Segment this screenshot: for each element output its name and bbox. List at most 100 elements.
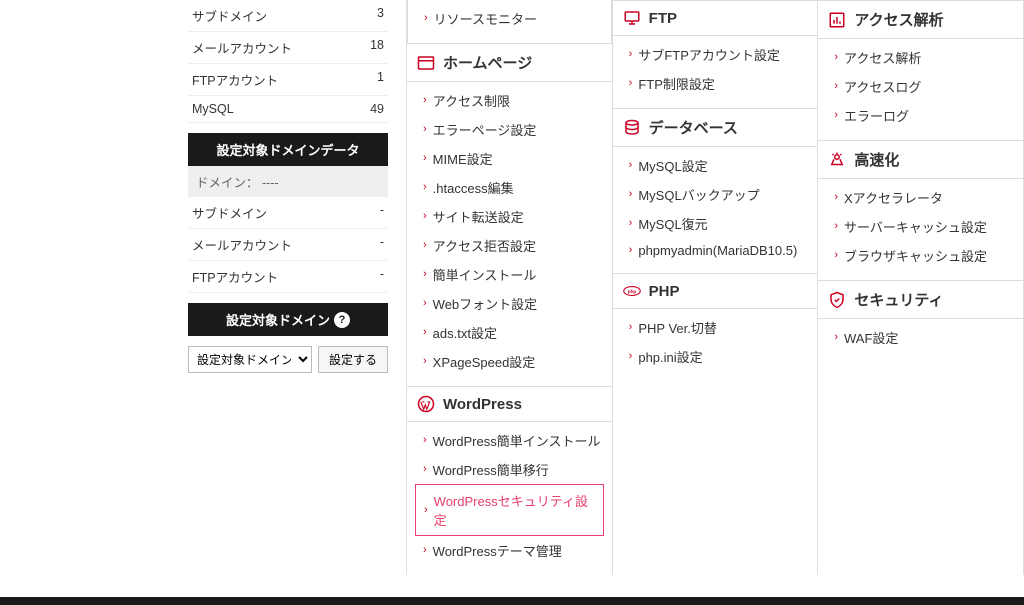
set-domain-button[interactable]: 設定する — [318, 346, 388, 373]
link-label: MySQL復元 — [638, 214, 707, 233]
chevron-right-icon: › — [834, 192, 838, 203]
section-header-php: php PHP — [613, 274, 818, 309]
link-wp-theme[interactable]: ›WordPressテーマ管理 — [407, 536, 612, 565]
database-link[interactable]: ›MySQL設定 — [613, 151, 818, 180]
section-speed: 高速化 › Xアクセラレータ › サーバーキャッシュ設定 › ブラウザキャッシュ設定 — [818, 140, 1023, 280]
chevron-right-icon: › — [834, 221, 838, 232]
chevron-right-icon: › — [424, 13, 428, 24]
link-resource-monitor[interactable]: ›リソースモニター — [408, 4, 611, 33]
access-link[interactable]: › エラーログ — [818, 101, 1023, 130]
stat-row: FTPアカウント 1 — [188, 64, 388, 96]
domain-stats: サブドメイン- メールアカウント- FTPアカウント- — [188, 197, 388, 293]
wordpress-links: ›WordPress簡単インストール ›WordPress簡単移行 ›WordP… — [407, 422, 612, 575]
stat-label: サブドメイン — [192, 6, 267, 25]
link-label: Webフォント設定 — [433, 294, 538, 313]
section-php: php PHP ›PHP Ver.切替›php.ini設定 — [613, 273, 818, 381]
stat-value: 18 — [354, 38, 384, 57]
access-link[interactable]: ›アクセスログ — [818, 72, 1023, 101]
stat-value: 3 — [354, 6, 384, 25]
homepage-link[interactable]: ›MIME設定 — [407, 144, 612, 173]
stat-label: FTPアカウント — [192, 70, 278, 89]
target-domain-select[interactable]: 設定対象ドメイン: — [188, 346, 312, 373]
access-link[interactable]: › アクセス解析 — [818, 43, 1023, 72]
homepage-link[interactable]: ›XPageSpeed設定 — [407, 347, 612, 376]
database-icon — [623, 119, 641, 137]
section-title: ホームページ — [443, 52, 532, 73]
database-link[interactable]: ›MySQL復元 — [613, 209, 818, 238]
section-title: アクセス解析 — [854, 9, 943, 30]
link-label: php.ini設定 — [638, 347, 702, 366]
link-label: エラーログ — [844, 106, 909, 125]
link-wp-migrate[interactable]: ›WordPress簡単移行 — [407, 455, 612, 484]
domain-data-header: 設定対象ドメインデータ — [188, 133, 388, 166]
speed-link[interactable]: › サーバーキャッシュ設定 — [818, 212, 1023, 241]
ftp-link[interactable]: ›FTP制限設定 — [613, 69, 818, 98]
link-label: MySQLバックアップ — [638, 185, 759, 204]
section-title: 高速化 — [854, 149, 899, 170]
chevron-right-icon: › — [834, 52, 838, 63]
link-label: サーバーキャッシュ設定 — [844, 217, 987, 236]
chevron-right-icon: › — [834, 332, 838, 343]
chevron-right-icon: › — [629, 322, 633, 333]
speed-link[interactable]: › Xアクセラレータ — [818, 183, 1023, 212]
php-link[interactable]: › php.ini設定 — [613, 342, 818, 371]
chart-icon — [828, 11, 846, 29]
link-label: ads.txt設定 — [433, 323, 497, 342]
stat-label: MySQL — [192, 102, 234, 116]
chevron-right-icon: › — [629, 351, 633, 362]
chevron-right-icon: › — [423, 153, 427, 164]
homepage-link[interactable]: › アクセス制限 — [407, 86, 612, 115]
main-panels: ›リソースモニター ホームページ › アクセス制限 ›エラーページ設定›MIME設定… — [388, 0, 1024, 575]
section-title: セキュリティ — [854, 289, 943, 310]
link-label: MySQL設定 — [638, 156, 707, 175]
homepage-link[interactable]: ›Webフォント設定 — [407, 289, 612, 318]
link-wp-security[interactable]: ›WordPressセキュリティ設定 — [415, 484, 604, 536]
security-link[interactable]: ›WAF設定 — [818, 323, 1023, 352]
link-label: アクセス制限 — [433, 91, 510, 110]
homepage-link[interactable]: ›サイト転送設定 — [407, 202, 612, 231]
link-label: ブラウザキャッシュ設定 — [844, 246, 987, 265]
target-domain-header: 設定対象ドメイン ? — [188, 303, 388, 336]
database-link[interactable]: ›phpmyadmin(MariaDB10.5) — [613, 238, 818, 263]
homepage-link[interactable]: ›.htaccess編集 — [407, 173, 612, 202]
stat-row: メールアカウント18 — [188, 32, 388, 64]
stat-label: サブドメイン — [192, 203, 267, 222]
homepage-link[interactable]: ›簡単インストール — [407, 260, 612, 289]
browser-icon — [417, 54, 435, 72]
ftp-link[interactable]: ›サブFTPアカウント設定 — [613, 40, 818, 69]
database-link[interactable]: ›MySQLバックアップ — [613, 180, 818, 209]
chevron-right-icon: › — [423, 327, 427, 338]
section-homepage: ホームページ › アクセス制限 ›エラーページ設定›MIME設定›.htaccess… — [407, 43, 612, 386]
link-label: アクセス拒否設定 — [433, 236, 536, 255]
domain-controls: 設定対象ドメイン: 設定する — [188, 346, 388, 373]
stat-value: - — [354, 235, 384, 254]
column-access-speed-security: アクセス解析 › アクセス解析 ›アクセスログ › エラーログ 高速化 › Xアクセラレー… — [817, 0, 1024, 575]
homepage-link[interactable]: ›エラーページ設定 — [407, 115, 612, 144]
chevron-right-icon: › — [423, 435, 427, 446]
speed-link[interactable]: › ブラウザキャッシュ設定 — [818, 241, 1023, 270]
link-label: Xアクセラレータ — [844, 188, 943, 207]
chevron-right-icon: › — [834, 250, 838, 261]
section-header-security: セキュリティ — [818, 281, 1023, 319]
link-wp-install[interactable]: ›WordPress簡単インストール — [407, 426, 612, 455]
homepage-link[interactable]: › アクセス拒否設定 — [407, 231, 612, 260]
chevron-right-icon: › — [423, 545, 427, 556]
section-ftp: FTP ›サブFTPアカウント設定›FTP制限設定 — [613, 0, 818, 108]
chevron-right-icon: › — [423, 240, 427, 251]
homepage-link[interactable]: › ads.txt設定 — [407, 318, 612, 347]
link-label: アクセス解析 — [844, 48, 921, 67]
stat-value: 1 — [354, 70, 384, 89]
php-link[interactable]: ›PHP Ver.切替 — [613, 313, 818, 342]
chevron-right-icon: › — [424, 505, 428, 516]
chevron-right-icon: › — [423, 124, 427, 135]
help-icon[interactable]: ? — [334, 312, 350, 328]
section-wordpress: WordPress ›WordPress簡単インストール ›WordPress簡… — [407, 386, 612, 575]
chevron-right-icon: › — [423, 95, 427, 106]
chevron-right-icon: › — [834, 110, 838, 121]
stat-label: FTPアカウント — [192, 267, 278, 286]
link-label: XPageSpeed設定 — [433, 352, 536, 371]
stat-label: メールアカウント — [192, 235, 292, 254]
svg-text:php: php — [628, 289, 636, 294]
section-header-ftp: FTP — [613, 1, 818, 36]
stat-row: サブドメイン 3 — [188, 0, 388, 32]
